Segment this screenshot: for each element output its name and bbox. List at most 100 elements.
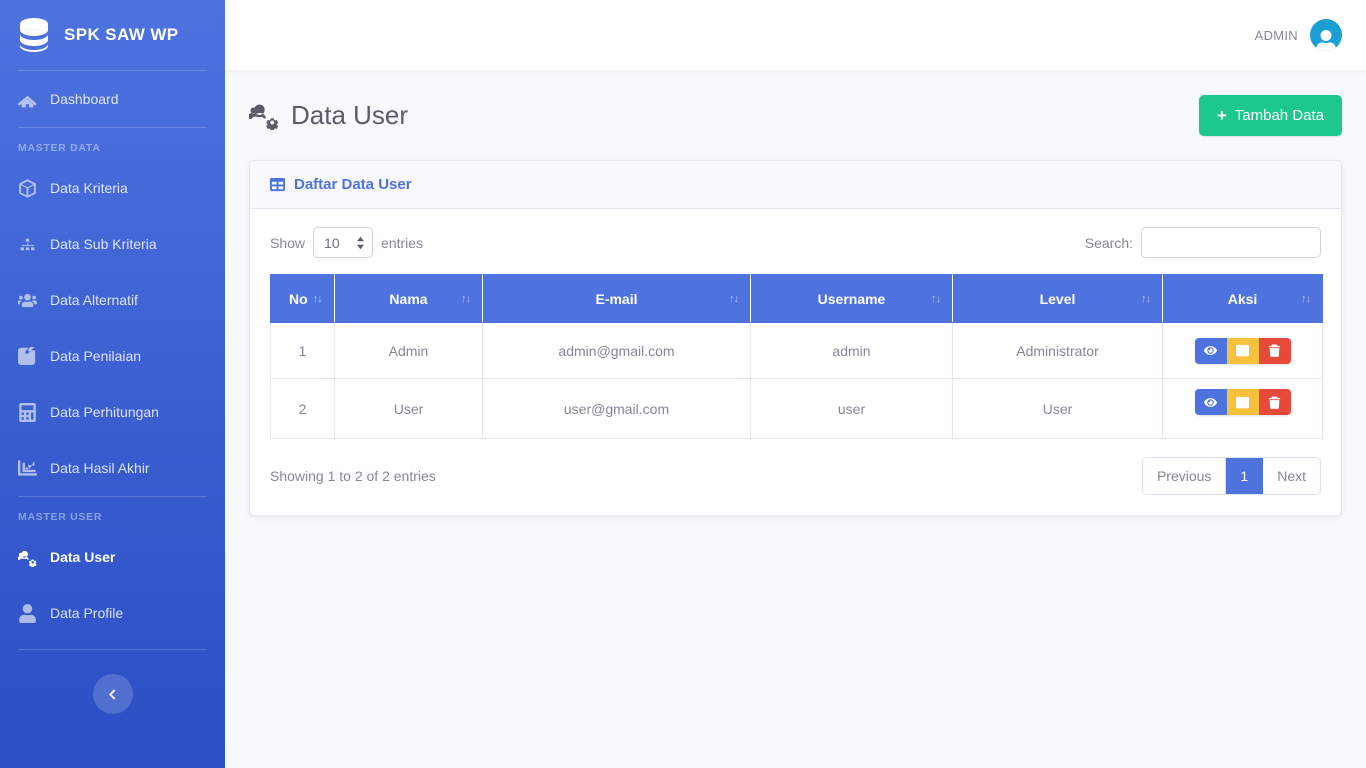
action-group — [1194, 389, 1291, 415]
pagination-page-1[interactable]: 1 — [1226, 458, 1264, 494]
pagination-previous[interactable]: Previous — [1142, 458, 1227, 494]
cell-no: 2 — [270, 378, 335, 439]
trash-icon — [1268, 396, 1281, 409]
users-cog-icon — [248, 100, 279, 131]
column-label: Level — [1039, 290, 1076, 307]
length-label-after: entries — [381, 234, 424, 251]
calculator-icon — [18, 402, 37, 422]
sidebar-item-data-user[interactable]: Data User — [0, 529, 225, 585]
avatar[interactable] — [1310, 19, 1342, 51]
cell-aksi — [1162, 378, 1323, 439]
user-avatar-icon — [1315, 30, 1337, 51]
sidebar: SPK SAW WP Dashboard MASTER DATA Data Kr… — [0, 0, 225, 768]
datatable-footer: Showing 1 to 2 of 2 entries Previous 1 N… — [270, 457, 1321, 495]
trash-icon — [1268, 344, 1281, 357]
sort-icon: ↑↓ — [1301, 292, 1311, 305]
table-row: 2 User user@gmail.com user User — [270, 378, 1323, 439]
sidebar-item-label: Data Perhitungan — [50, 404, 159, 420]
column-label: E-mail — [595, 290, 638, 307]
page-header: Data User + Tambah Data — [248, 92, 1342, 138]
sidebar-item-label: Data Penilaian — [50, 348, 142, 364]
users-icon — [18, 291, 37, 310]
sidebar-item-data-kriteria[interactable]: Data Kriteria — [0, 160, 225, 216]
sidebar-heading-master-user: MASTER USER — [18, 511, 103, 523]
cell-email: user@gmail.com — [482, 378, 751, 439]
sidebar-item-dashboard[interactable]: Dashboard — [0, 71, 225, 127]
delete-button[interactable] — [1258, 389, 1291, 415]
home-icon — [18, 90, 37, 109]
sidebar-item-data-hasil-akhir[interactable]: Data Hasil Akhir — [0, 440, 225, 496]
eye-icon — [1204, 344, 1217, 357]
cell-nama: Admin — [334, 322, 483, 379]
column-header-level[interactable]: Level ↑↓ — [952, 274, 1163, 323]
view-button[interactable] — [1194, 337, 1227, 364]
cell-username: admin — [750, 322, 953, 379]
topbar: ADMIN — [225, 0, 1366, 70]
brand[interactable]: SPK SAW WP — [0, 0, 225, 70]
column-header-no[interactable]: No ↑↓ — [270, 274, 335, 323]
length-label-before: Show — [270, 234, 306, 251]
sidebar-item-data-penilaian[interactable]: Data Penilaian — [0, 328, 225, 384]
delete-button[interactable] — [1258, 337, 1291, 364]
sidebar-item-data-perhitungan[interactable]: Data Perhitungan — [0, 384, 225, 440]
sidebar-item-label: Dashboard — [50, 91, 119, 107]
column-label: Aksi — [1227, 290, 1258, 307]
add-data-label: Tambah Data — [1234, 106, 1324, 124]
column-label: Nama — [389, 290, 428, 307]
plus-icon: + — [1216, 105, 1227, 125]
chevron-left-icon — [106, 688, 119, 701]
column-header-username[interactable]: Username ↑↓ — [750, 274, 953, 323]
sidebar-item-data-sub-kriteria[interactable]: Data Sub Kriteria — [0, 216, 225, 272]
pagination: Previous 1 Next — [1141, 457, 1321, 495]
column-header-aksi[interactable]: Aksi ↑↓ — [1162, 274, 1323, 323]
content-area: ADMIN Data User + Tambah Data Daftar Dat… — [225, 0, 1366, 768]
sidebar-item-label: Data User — [50, 549, 116, 565]
search-label: Search: — [1084, 234, 1133, 251]
page-container: Data User + Tambah Data Daftar Data User… — [225, 70, 1366, 516]
table-body: 1 Admin admin@gmail.com admin Administra… — [270, 322, 1323, 439]
cell-email: admin@gmail.com — [482, 322, 751, 379]
sidebar-item-data-profile[interactable]: Data Profile — [0, 585, 225, 641]
table-info: Showing 1 to 2 of 2 entries — [270, 468, 436, 484]
chart-area-icon — [18, 459, 37, 478]
cell-level: User — [952, 378, 1163, 439]
sidebar-item-label: Data Profile — [50, 605, 124, 621]
brand-title: SPK SAW WP — [64, 25, 179, 44]
cell-nama: User — [334, 378, 483, 439]
sidebar-item-label: Data Hasil Akhir — [50, 460, 150, 476]
cell-username: user — [750, 378, 953, 439]
sidebar-item-label: Data Sub Kriteria — [50, 236, 157, 252]
edit-button[interactable] — [1226, 337, 1259, 364]
pencil-square-icon — [1236, 396, 1249, 409]
sidebar-heading-master-data: MASTER DATA — [18, 142, 101, 154]
table-row: 1 Admin admin@gmail.com admin Administra… — [270, 322, 1323, 379]
column-header-email[interactable]: E-mail ↑↓ — [482, 274, 751, 323]
view-button[interactable] — [1194, 389, 1227, 415]
sort-icon: ↑↓ — [312, 292, 323, 305]
card-header-title: Daftar Data User — [294, 176, 412, 193]
add-data-button[interactable]: + Tambah Data — [1198, 94, 1342, 136]
sidebar-item-label: Data Alternatif — [50, 292, 138, 308]
box-icon — [18, 178, 37, 198]
column-header-nama[interactable]: Nama ↑↓ — [334, 274, 483, 323]
sidebar-collapse-toggle[interactable] — [92, 674, 133, 714]
eye-icon — [1204, 396, 1217, 409]
edit-icon — [18, 346, 37, 366]
entries-length-select[interactable]: 10 25 50 100 — [313, 227, 374, 258]
pagination-next[interactable]: Next — [1263, 458, 1320, 494]
sort-icon: ↑↓ — [729, 292, 739, 305]
search-control: Search: — [1085, 227, 1321, 258]
search-input[interactable] — [1141, 227, 1321, 258]
column-label: Username — [817, 290, 886, 307]
page-title: Data User — [248, 100, 408, 131]
sidebar-item-data-alternatif[interactable]: Data Alternatif — [0, 272, 225, 328]
sidebar-item-label: Data Kriteria — [50, 180, 128, 196]
card-header: Daftar Data User — [250, 161, 1341, 209]
cell-level: Administrator — [952, 322, 1163, 379]
sort-icon: ↑↓ — [461, 292, 471, 305]
edit-button[interactable] — [1226, 389, 1259, 415]
sitemap-icon — [18, 235, 37, 254]
table-head: No ↑↓ Nama ↑↓ E-mail ↑↓ Username ↑↓ Leve… — [270, 274, 1323, 323]
cell-no: 1 — [270, 322, 335, 379]
table-header-row: No ↑↓ Nama ↑↓ E-mail ↑↓ Username ↑↓ Leve… — [270, 274, 1323, 323]
